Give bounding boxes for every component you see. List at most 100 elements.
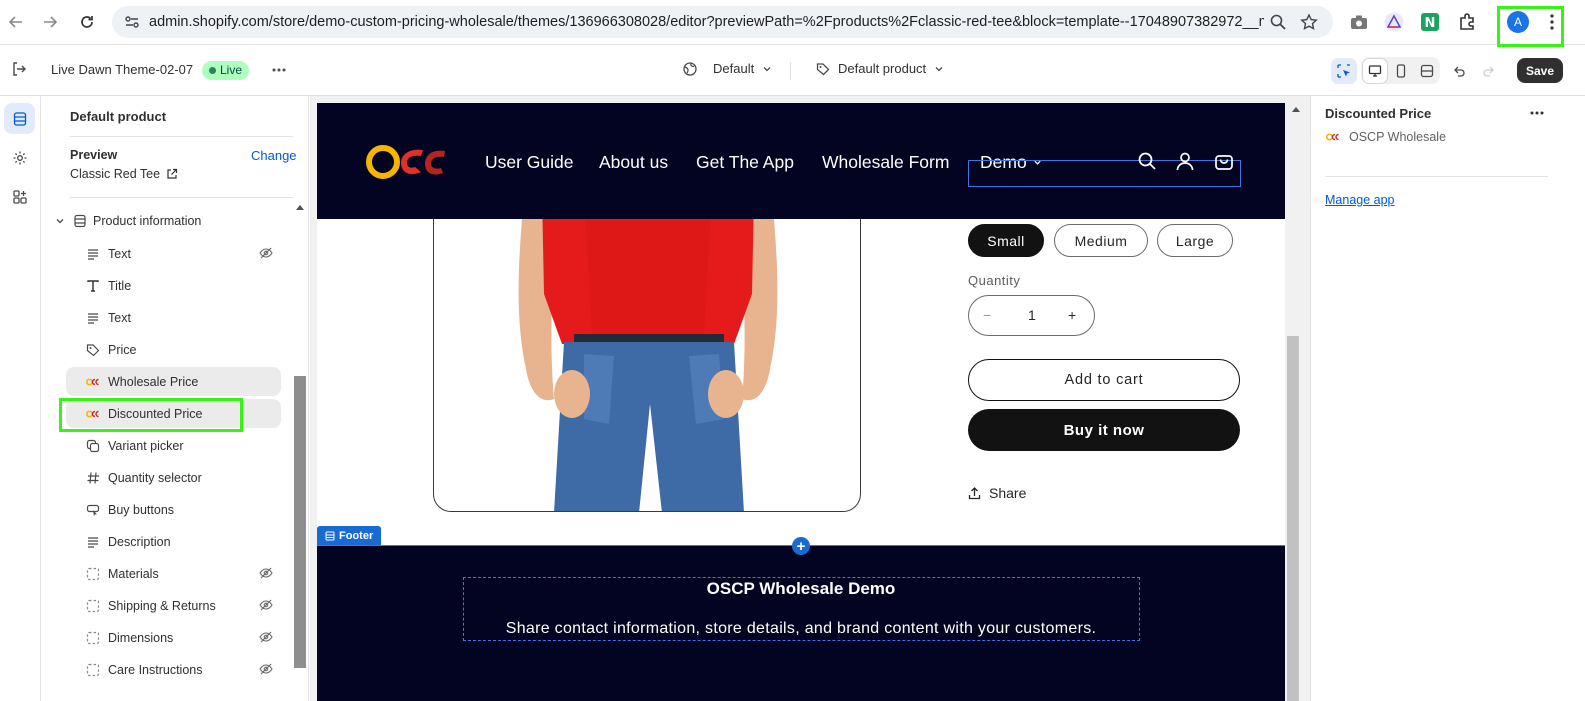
quantity-stepper[interactable]: − 1 + — [968, 295, 1095, 336]
product-dropdown[interactable]: Default product — [816, 61, 944, 76]
more-actions-icon[interactable] — [1529, 110, 1545, 116]
size-option-large[interactable]: Large — [1157, 224, 1233, 257]
account-icon[interactable] — [1175, 151, 1195, 171]
section-icon — [325, 531, 335, 541]
section-product-information[interactable]: Product information — [55, 214, 201, 228]
qty-increase-button[interactable]: + — [1068, 307, 1076, 323]
chart-extension-icon[interactable] — [1382, 10, 1406, 34]
external-link-icon[interactable] — [166, 168, 178, 180]
app-name: OSCP Wholesale — [1349, 130, 1447, 144]
editor-topbar: Live Dawn Theme-02-07 Live Default Defau… — [0, 45, 1585, 96]
block-item-description[interactable]: Description — [66, 527, 281, 556]
block-item-care-instructions[interactable]: Care Instructions — [66, 655, 281, 684]
eye-hidden-icon[interactable] — [259, 566, 273, 580]
sections-icon[interactable] — [4, 103, 35, 134]
chevron-down-icon[interactable] — [55, 216, 65, 226]
block-item-shipping-returns[interactable]: Shipping & Returns — [66, 591, 281, 620]
product-image[interactable] — [433, 193, 861, 512]
back-icon[interactable] — [4, 10, 28, 34]
preview-scrollbar[interactable] — [1287, 336, 1299, 701]
block-label: Price — [108, 342, 137, 357]
eye-hidden-icon[interactable] — [259, 662, 273, 676]
block-item-dimensions[interactable]: Dimensions — [66, 623, 281, 652]
nav-about-us[interactable]: About us — [599, 152, 668, 173]
eye-hidden-icon[interactable] — [259, 598, 273, 612]
block-item-price[interactable]: Price — [66, 335, 281, 364]
scroll-up-arrow-icon[interactable] — [295, 203, 305, 211]
size-option-small[interactable]: Small — [968, 224, 1044, 257]
chevron-down-icon — [934, 64, 944, 74]
block-item-text-hidden[interactable]: Text — [66, 239, 281, 268]
inspector-toggle-icon[interactable] — [1331, 58, 1357, 84]
sidebar-scrollbar[interactable] — [294, 376, 306, 668]
osc-logo[interactable] — [365, 143, 447, 181]
block-item-buy-buttons[interactable]: Buy buttons — [66, 495, 281, 524]
forward-icon[interactable] — [38, 10, 62, 34]
left-rail — [0, 96, 41, 701]
template-dropdown[interactable]: Default — [683, 61, 772, 76]
change-preview-link[interactable]: Change — [251, 148, 297, 163]
collapsible-icon — [85, 630, 101, 646]
store-preview: User Guide About us Get The App Wholesal… — [317, 103, 1285, 701]
cart-icon[interactable] — [1214, 151, 1234, 171]
n-extension-icon[interactable]: N — [1418, 10, 1442, 34]
add-section-plus-icon[interactable]: + — [792, 537, 810, 555]
scroll-up-arrow-icon[interactable] — [1291, 105, 1301, 113]
add-to-cart-button[interactable]: Add to cart — [968, 359, 1240, 401]
nav-wholesale-form[interactable]: Wholesale Form — [822, 152, 949, 173]
block-item-text[interactable]: Text — [66, 303, 281, 332]
settings-gear-icon[interactable] — [4, 142, 35, 173]
desktop-view-icon[interactable] — [1362, 58, 1388, 84]
browser-toolbar: admin.shopify.com/store/demo-custom-pric… — [0, 0, 1585, 45]
store-header: User Guide About us Get The App Wholesal… — [317, 103, 1285, 219]
eye-hidden-icon[interactable] — [259, 630, 273, 644]
buy-it-now-button[interactable]: Buy it now — [968, 409, 1240, 451]
block-item-materials[interactable]: Materials — [66, 559, 281, 588]
bookmark-star-icon[interactable] — [1300, 13, 1318, 31]
text-lines-icon — [85, 246, 101, 262]
zoom-search-icon[interactable] — [1269, 13, 1287, 31]
extensions-puzzle-icon[interactable] — [1455, 10, 1479, 34]
share-button[interactable]: Share — [968, 485, 1026, 501]
preview-product[interactable]: Classic Red Tee — [70, 167, 178, 181]
selected-block-outline — [968, 160, 1241, 187]
block-item-quantity-selector[interactable]: Quantity selector — [66, 463, 281, 492]
live-badge: Live — [202, 61, 250, 80]
apps-icon[interactable] — [4, 181, 35, 212]
manage-app-link[interactable]: Manage app — [1325, 193, 1395, 207]
save-button-highlight — [1497, 6, 1564, 47]
reload-icon[interactable] — [75, 10, 99, 34]
app-source: OSCP Wholesale — [1325, 130, 1446, 144]
mobile-view-icon[interactable] — [1388, 58, 1414, 84]
fullscreen-view-icon[interactable] — [1414, 58, 1440, 84]
site-info-icon[interactable] — [123, 13, 141, 31]
divider — [1325, 176, 1548, 177]
share-icon — [968, 486, 981, 500]
block-item-wholesale-price[interactable]: Wholesale Price — [66, 367, 281, 396]
qty-value[interactable]: 1 — [1028, 307, 1036, 323]
address-bar[interactable]: admin.shopify.com/store/demo-custom-pric… — [112, 6, 1333, 38]
block-label: Text — [108, 246, 131, 261]
undo-icon[interactable] — [1446, 58, 1472, 84]
block-label: Materials — [108, 566, 159, 581]
osc-app-icon — [1325, 132, 1341, 142]
nav-get-the-app[interactable]: Get The App — [696, 152, 794, 173]
save-button[interactable]: Save — [1517, 58, 1563, 83]
collapsible-icon — [85, 662, 101, 678]
url-text: admin.shopify.com/store/demo-custom-pric… — [149, 14, 1264, 30]
size-option-medium[interactable]: Medium — [1054, 224, 1148, 257]
block-item-variant-picker[interactable]: Variant picker — [66, 431, 281, 460]
qty-decrease-button[interactable]: − — [983, 307, 991, 323]
search-icon[interactable] — [1137, 151, 1157, 171]
exit-icon[interactable] — [11, 61, 27, 77]
section-label: Product information — [93, 214, 202, 228]
footer-section-tag[interactable]: Footer — [317, 526, 382, 545]
osc-app-icon — [85, 374, 101, 390]
eye-hidden-icon[interactable] — [259, 246, 273, 260]
theme-actions-icon[interactable] — [271, 62, 287, 78]
collapsible-icon — [85, 566, 101, 582]
nav-user-guide[interactable]: User Guide — [485, 152, 574, 173]
camera-icon[interactable] — [1347, 10, 1371, 34]
block-item-title[interactable]: Title — [66, 271, 281, 300]
redo-icon[interactable] — [1476, 58, 1502, 84]
